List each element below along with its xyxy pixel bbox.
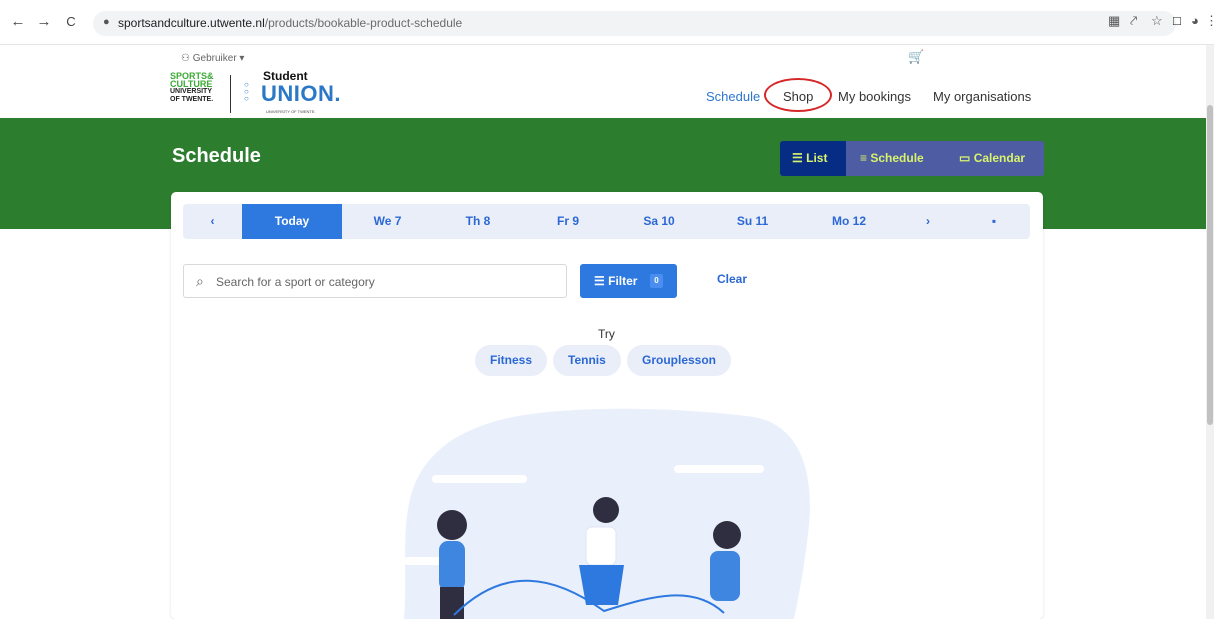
extension-icon[interactable]: ◕ <box>1191 13 1199 28</box>
sports-culture-logo[interactable]: SPORTS& CULTURE UNIVERSITY OF TWENTE. <box>170 72 228 104</box>
boy-head <box>437 510 467 540</box>
scrollbar[interactable] <box>1206 45 1214 619</box>
cloud-line <box>674 465 764 473</box>
filter-label: Filter <box>608 274 638 288</box>
scrollbar-thumb[interactable] <box>1207 105 1213 425</box>
sidepanel-icon[interactable]: □ <box>1173 13 1181 28</box>
view-switch: ☰ List ≡ Schedule ▭ Calendar <box>780 141 1044 176</box>
day-su-11[interactable]: Su 11 <box>705 204 800 239</box>
filter-button[interactable]: ☰ Filter 0 <box>580 264 677 298</box>
site-header: ⚇ Gebruiker ▾ 🛒 SPORTS& CULTURE UNIVERSITY… <box>0 45 1206 118</box>
lock-icon: ● <box>103 16 110 28</box>
nav-my-organisations[interactable]: My organisations <box>933 89 1031 104</box>
address-bar[interactable]: ● sportsandculture.utwente.nl/products/b… <box>93 11 1176 36</box>
cloud-line <box>432 475 527 483</box>
menu-icon[interactable]: ⋮ <box>1205 13 1214 29</box>
calendar-icon[interactable]: ▪ <box>958 204 1030 239</box>
share-icon[interactable]: ⤤ <box>1130 13 1137 29</box>
prev-day-button[interactable]: ‹ <box>183 204 242 239</box>
view-schedule-button[interactable]: ≡ Schedule <box>860 141 924 176</box>
calendar-icon: ▭ <box>959 151 971 165</box>
logo-divider <box>230 75 231 113</box>
girl2-body <box>710 551 740 601</box>
next-day-button[interactable]: › <box>898 204 958 239</box>
try-label: Try <box>598 327 615 341</box>
shop-highlight-circle <box>764 78 832 112</box>
girl2-head <box>713 521 741 549</box>
search-icon: ⌕ <box>196 273 204 289</box>
suggestion-grouplesson[interactable]: Grouplesson <box>627 345 732 376</box>
nav-my-bookings[interactable]: My bookings <box>838 89 911 104</box>
day-today[interactable]: Today <box>242 204 342 239</box>
cart-icon[interactable]: 🛒 <box>908 49 924 65</box>
suggestion-tennis[interactable]: Tennis <box>553 345 621 376</box>
boy-body <box>439 541 465 591</box>
search-box[interactable]: ⌕ <box>183 264 567 298</box>
empty-state-illustration <box>404 408 810 619</box>
schedule-icon: ≡ <box>860 151 868 165</box>
url-text: sportsandculture.utwente.nl/products/boo… <box>118 16 463 30</box>
user-icon: ⚇ <box>181 53 190 64</box>
search-input[interactable] <box>216 272 556 291</box>
list-icon: ☰ <box>792 151 803 165</box>
browser-toolbar: ← → C ● sportsandculture.utwente.nl/prod… <box>0 0 1214 45</box>
day-th-8[interactable]: Th 8 <box>433 204 523 239</box>
suggestion-fitness[interactable]: Fitness <box>475 345 548 376</box>
logo-mark-icon: ○ ○ ○ <box>244 80 249 103</box>
forward-icon[interactable]: → <box>34 12 54 32</box>
girl-head <box>593 497 619 523</box>
bookmark-icon[interactable]: ☆ <box>1151 13 1163 29</box>
day-sa-10[interactable]: Sa 10 <box>613 204 705 239</box>
page-title: Schedule <box>172 145 261 167</box>
boy-legs <box>440 587 464 619</box>
nav-schedule[interactable]: Schedule <box>706 89 760 104</box>
filter-icon: ☰ <box>594 274 605 288</box>
reload-icon[interactable]: C <box>61 12 81 32</box>
user-menu[interactable]: ⚇ Gebruiker ▾ <box>181 53 244 64</box>
back-icon[interactable]: ← <box>8 12 28 32</box>
girl-shirt <box>585 526 617 566</box>
clear-button[interactable]: Clear <box>717 272 747 286</box>
day-mo-12[interactable]: Mo 12 <box>800 204 898 239</box>
user-label: Gebruiker <box>192 53 237 64</box>
day-fr-9[interactable]: Fr 9 <box>523 204 613 239</box>
day-selector: ‹ Today We 7 Th 8 Fr 9 Sa 10 Su 11 Mo 12… <box>183 204 1030 239</box>
translate-icon[interactable]: ▦ <box>1108 13 1120 29</box>
view-list-button[interactable]: ☰ List <box>780 141 846 176</box>
day-we-7[interactable]: We 7 <box>342 204 433 239</box>
filter-count-badge: 0 <box>650 274 663 288</box>
view-calendar-button[interactable]: ▭ Calendar <box>959 141 1025 176</box>
